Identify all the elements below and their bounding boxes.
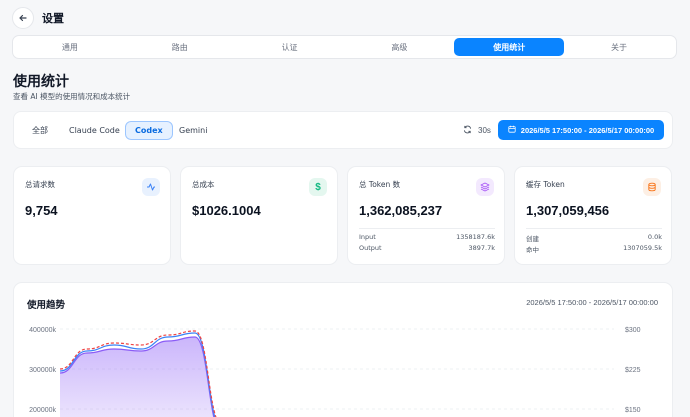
tab-advanced[interactable]: 高级 [344,38,454,56]
card-value: 9,754 [25,203,58,218]
page-subtitle: 查看 AI 模型的使用情况和成本统计 [13,92,131,101]
filter-claude-code-button[interactable]: Claude Code [60,121,129,140]
filter-gemini-button[interactable]: Gemini [170,121,216,140]
y-left-tick-label: 400000k [29,327,56,334]
tab-usage-stats[interactable]: 使用统计 [454,38,565,56]
card-value: $1026.1004 [192,203,261,218]
output-tokens-row: Output 3897.7k [359,244,495,252]
create-value: 0.0k [647,233,662,241]
usage-trend-card: 使用趋势 2026/5/5 17:50:00 - 2026/5/17 00:00… [13,282,673,417]
card-label: 总请求数 [25,180,55,189]
total-tokens-card: 总 Token 数 1,362,085,237 Input 1358187.6k… [347,166,505,265]
activity-icon [142,178,160,196]
tab-routing[interactable]: 路由 [125,38,235,56]
card-divider [526,228,662,229]
y-right-tick-label: $225 [625,367,641,374]
hit-value: 1307059.5k [623,244,662,252]
header: 设置 [12,6,64,30]
refresh-interval: 30s [478,126,491,135]
output-label: Output [359,244,382,252]
calendar-icon [508,125,516,135]
card-value: 1,362,085,237 [359,203,443,218]
refresh-control[interactable]: 30s [463,125,491,136]
cache-tokens-card: 缓存 Token 1,307,059,456 创建 0.0k 命中 130705… [514,166,672,265]
usage-trend-chart: 400000k $300 300000k $225 200000k $150 [29,327,641,417]
card-label: 缓存 Token [526,180,565,189]
y-right-tick-label: $300 [625,327,641,334]
tab-about[interactable]: 关于 [564,38,674,56]
input-tokens-row: Input 1358187.6k [359,233,495,241]
total-requests-card: 总请求数 9,754 [13,166,171,265]
output-value: 3897.7k [468,244,495,252]
filter-bar: 全部 Claude Code Codex Gemini 30s 2026/5/5… [13,111,673,149]
y-left-tick-label: 200000k [29,407,56,414]
card-label: 总 Token 数 [359,180,401,189]
filter-all-button[interactable]: 全部 [23,121,57,140]
total-cost-card: 总成本 $ $1026.1004 [180,166,338,265]
input-label: Input [359,233,376,241]
settings-tabs: 通用 路由 认证 高级 使用统计 关于 [12,35,677,59]
dollar-icon: $ [309,178,327,196]
tab-general[interactable]: 通用 [15,38,125,56]
page-title: 使用统计 [13,74,69,90]
cache-hit-row: 命中 1307059.5k [526,244,662,254]
arrow-left-icon[interactable] [12,7,34,29]
filter-codex-button[interactable]: Codex [125,121,173,140]
date-range-button[interactable]: 2026/5/5 17:50:00 - 2026/5/17 00:00:00 [498,120,664,140]
tab-auth[interactable]: 认证 [235,38,345,56]
cache-create-row: 创建 0.0k [526,233,662,243]
refresh-icon [463,125,472,136]
page-header-title: 设置 [42,12,64,25]
layers-icon [476,178,494,196]
card-label: 总成本 [192,180,215,189]
card-value: 1,307,059,456 [526,203,610,218]
date-range-label: 2026/5/5 17:50:00 - 2026/5/17 00:00:00 [520,125,655,135]
y-left-tick-label: 300000k [29,367,56,374]
input-value: 1358187.6k [456,233,495,241]
y-right-tick-label: $150 [625,407,641,414]
hit-label: 命中 [526,246,539,254]
database-icon [643,178,661,196]
card-divider [359,228,495,229]
create-label: 创建 [526,235,539,243]
